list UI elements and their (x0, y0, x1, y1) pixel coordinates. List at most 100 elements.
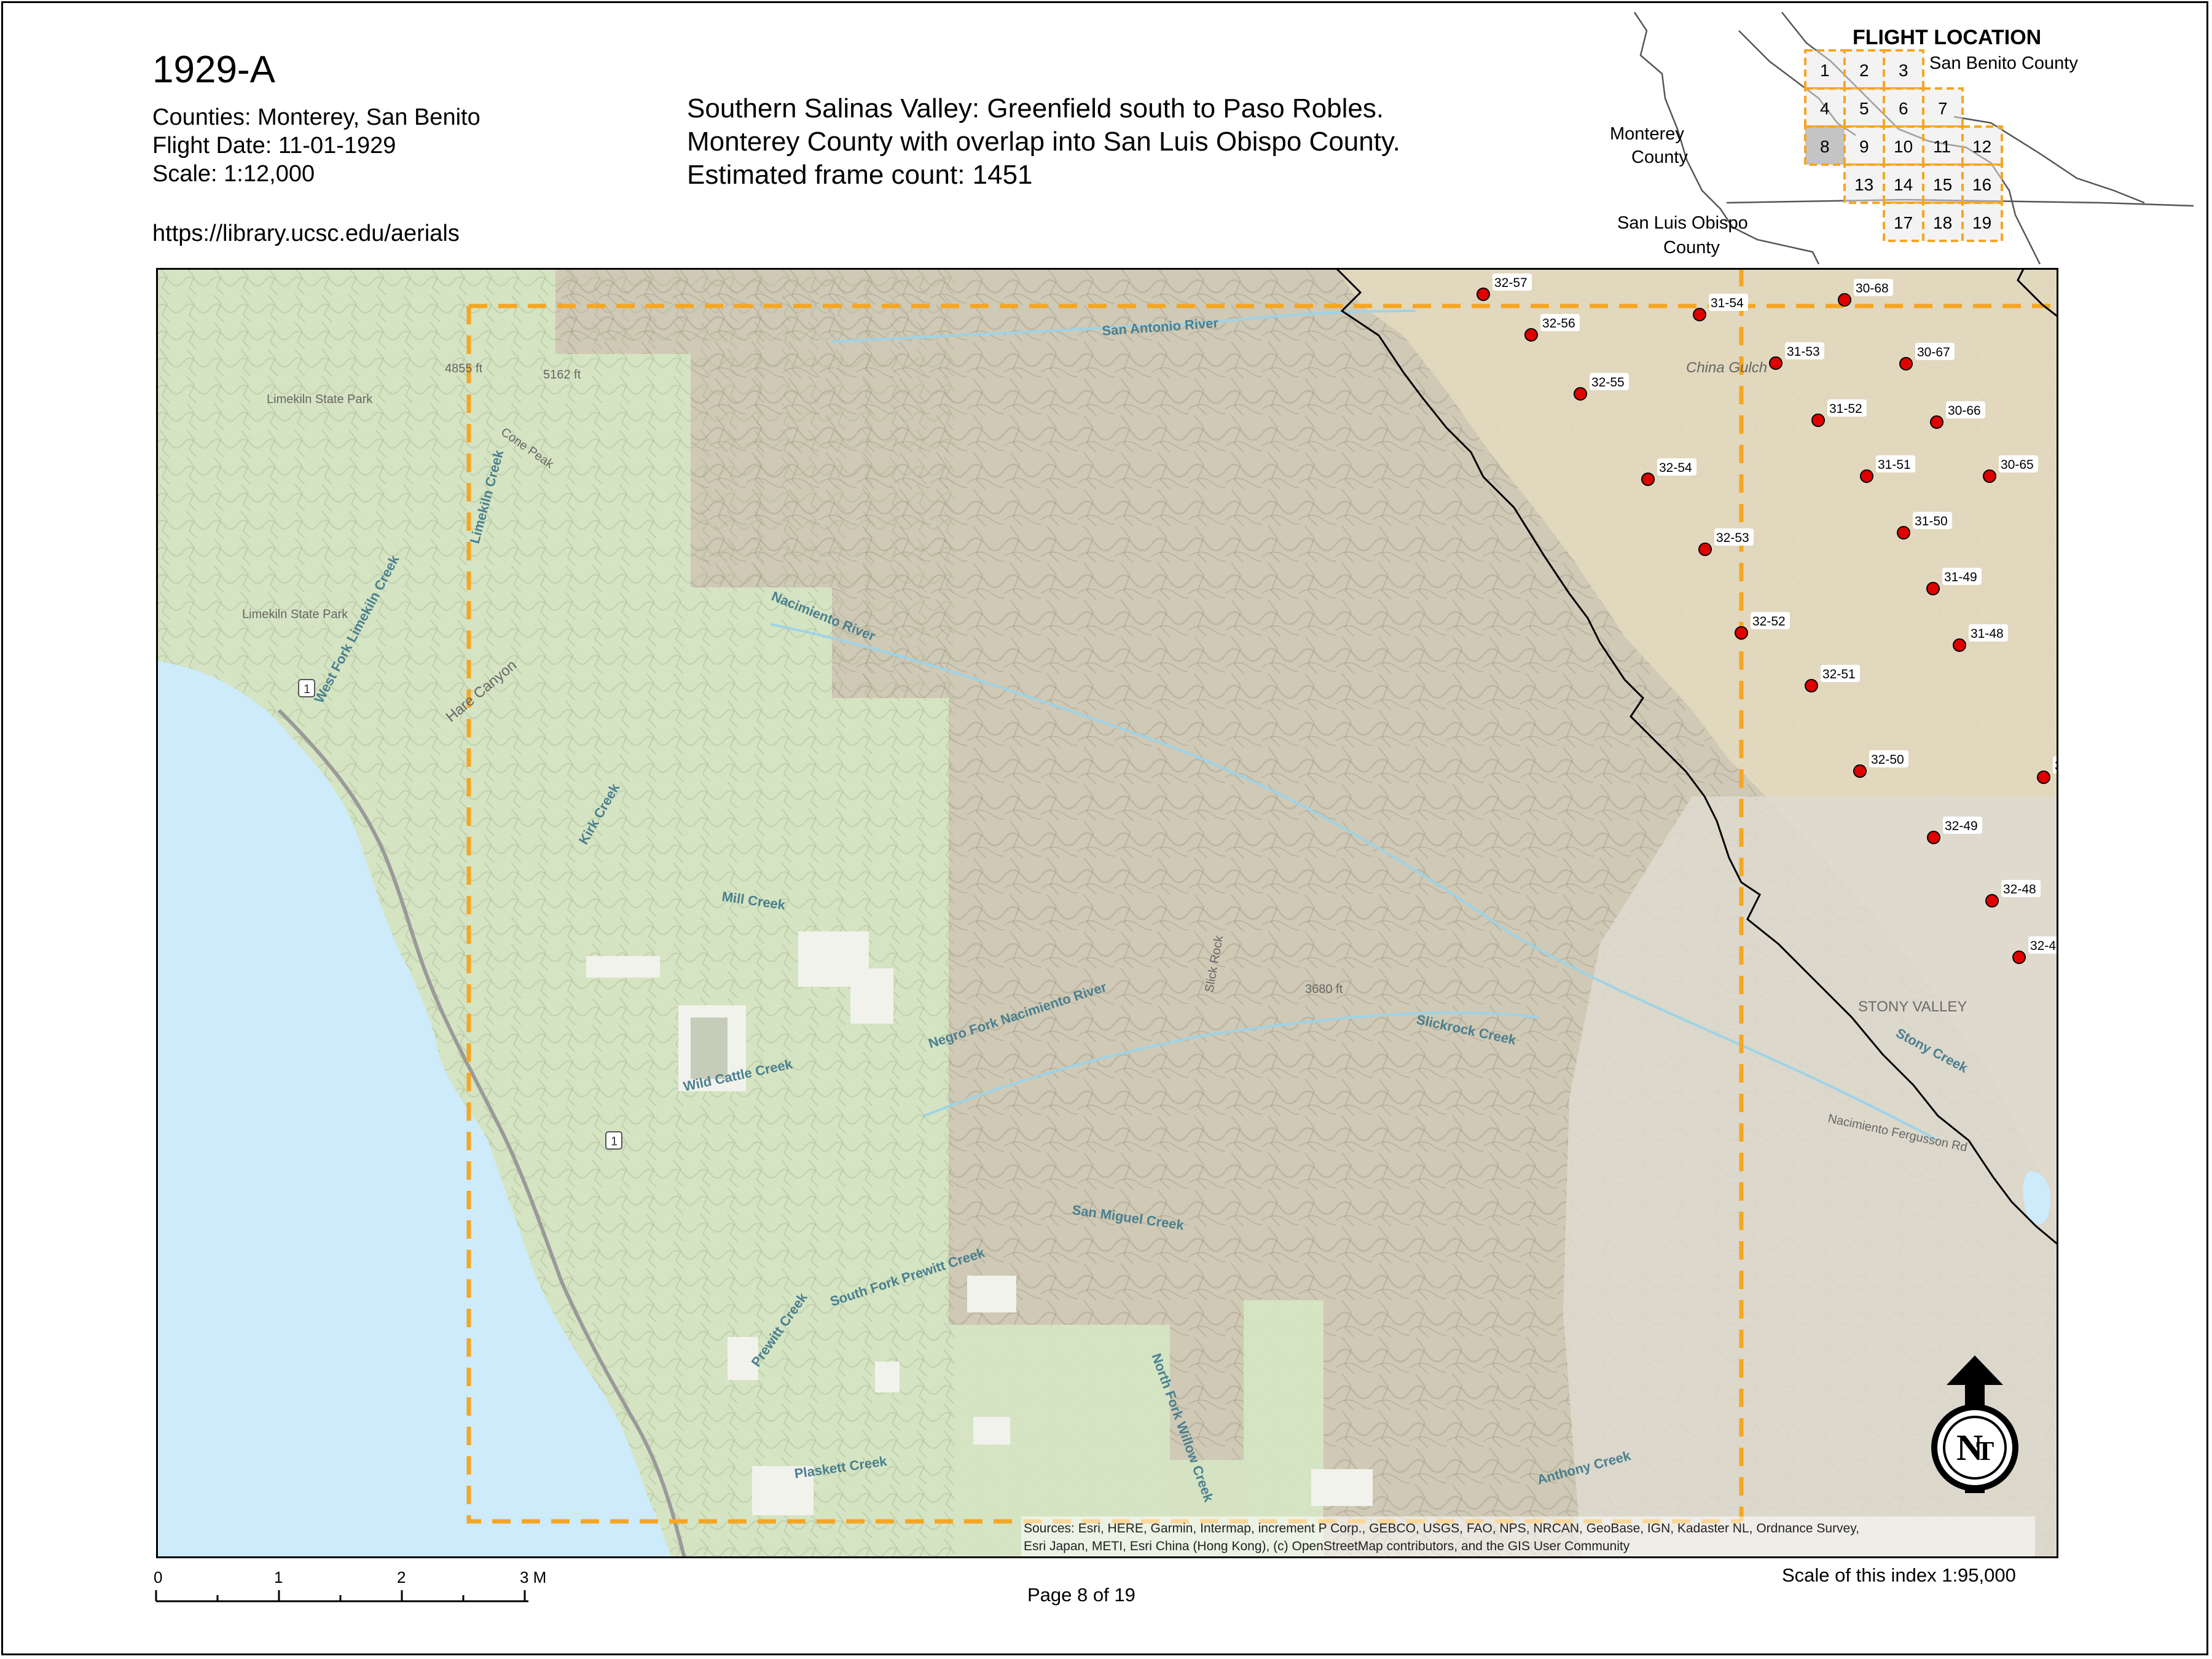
frame-label: 32-52 (1752, 614, 1786, 629)
inset-grid: 1 2 34 5 6 78 9 10 11 1213 14 15 1617 18 19 (1804, 49, 2003, 242)
frame-label: 32-49 (1945, 819, 1978, 833)
frame-label: 32-56 (1542, 316, 1575, 331)
attribution-line-2: Esri Japan, METI, Esri China (Hong Kong)… (1024, 1539, 1630, 1553)
frame-label: 32-53 (1716, 531, 1749, 545)
svg-text:1: 1 (611, 1135, 618, 1148)
frame-marker[interactable] (2037, 771, 2050, 784)
frame-marker[interactable] (1953, 638, 1966, 652)
inset-grid-number: 16 (1972, 175, 1991, 194)
highway-shield-1: 1 (298, 679, 315, 697)
frame-marker[interactable] (2012, 951, 2026, 964)
label-elev-3680: 3680 ft (1305, 982, 1343, 996)
inset-grid-number: 6 (1899, 99, 1908, 118)
frame-marker[interactable] (1574, 387, 1587, 401)
flight-title: 1929-A (152, 49, 275, 91)
frame-label: 32-47 (2030, 939, 2058, 953)
frame-marker[interactable] (1853, 764, 1867, 778)
inset-grid-number: 19 (1972, 213, 1991, 232)
frame-label: 31-52 (1829, 402, 1862, 416)
frame-label: 31-53 (1787, 345, 1820, 359)
frame-marker[interactable] (1477, 288, 1490, 301)
frame-marker[interactable] (1930, 415, 1943, 429)
frame-label: 32-57 (1494, 276, 1528, 290)
inset-grid-number: 14 (1894, 175, 1913, 194)
frame-label: 31-49 (1944, 570, 1977, 584)
scale-label-2: 2 (397, 1568, 406, 1586)
frame-label: 30-66 (1948, 404, 1981, 418)
inset-grid-number: 3 (1899, 61, 1908, 80)
inset-label-slo-2: County (1663, 238, 1720, 257)
inset-grid-number: 12 (1972, 137, 1991, 156)
highway-shield-2: 1 (605, 1131, 622, 1150)
parcel-shading (691, 1018, 728, 1079)
frame-label: 31-54 (1711, 296, 1744, 310)
frame-marker[interactable] (1985, 894, 1999, 908)
frame-marker[interactable] (1860, 469, 1873, 483)
page: 1929-A Counties: Monterey, San Benito Fl… (0, 0, 2212, 1659)
frame-marker[interactable] (1805, 679, 1818, 692)
svg-text:1: 1 (304, 683, 310, 696)
inset-grid-number: 5 (1859, 99, 1869, 118)
inset-grid-number: 11 (1933, 137, 1951, 156)
scale-text: Scale: 1:12,000 (152, 161, 315, 187)
flight-location-inset: 1 2 34 5 6 78 9 10 11 1213 14 15 1617 18 19 FLIGHT LOC… (1610, 12, 2194, 264)
frame-marker[interactable] (1524, 328, 1538, 342)
inset-label-san-benito: San Benito County (1929, 53, 2078, 73)
frame-label: 32-48 (2003, 882, 2036, 896)
inset-grid-number: 7 (1938, 99, 1948, 118)
scale-label-1: 1 (274, 1568, 283, 1586)
index-map: San Antonio River Nacimiento River Negro… (156, 268, 2058, 1558)
inset-grid-number: 2 (1859, 61, 1869, 80)
flight-date-text: Flight Date: 11-01-1929 (152, 133, 396, 159)
frame-label: 30-67 (1917, 345, 1950, 359)
inset-grid-number: 17 (1894, 213, 1913, 232)
frame-marker[interactable] (1838, 293, 1851, 307)
scale-bar: 0 1 2 3 Miles (154, 1568, 547, 1602)
frame-label: 31-51 (1878, 458, 1911, 472)
scale-label-3: 3 Miles (520, 1568, 547, 1586)
label-china-gulch: China Gulch (1686, 359, 1767, 376)
frame-marker[interactable] (1927, 831, 1940, 844)
inset-grid-number: 18 (1933, 213, 1952, 232)
frame-label: 31-48 (1971, 627, 2004, 641)
frame-marker[interactable] (1983, 469, 1996, 483)
inset-label-monterey-2: County (1631, 147, 1688, 167)
inset-label-slo-1: San Luis Obispo (1617, 213, 1748, 233)
frame-marker[interactable] (1811, 414, 1825, 427)
label-limekiln-state-park-1: Limekiln State Park (267, 393, 373, 406)
description-line-2: Monterey County with overlap into San Lu… (687, 127, 1400, 157)
frame-label: 32-55 (1591, 375, 1625, 390)
frame-marker[interactable] (1899, 357, 1913, 371)
frame-marker[interactable] (1735, 626, 1748, 640)
frame-label: 30-65 (2001, 458, 2034, 472)
index-scale: Scale of this index 1:95,000 (1782, 1564, 2016, 1586)
description-line-3: Estimated frame count: 1451 (687, 160, 1033, 190)
frame-label: 30-68 (1856, 281, 1889, 296)
page-number: Page 8 of 19 (1027, 1584, 1135, 1606)
frame-marker[interactable] (1769, 356, 1783, 370)
frame-marker[interactable] (1698, 543, 1712, 556)
frame-label: 32-50 (1871, 753, 1904, 767)
inset-grid-number: 10 (1894, 137, 1913, 156)
inset-grid-number: 9 (1859, 137, 1869, 156)
url-link[interactable]: https://library.ucsc.edu/aerials (152, 219, 460, 248)
inset-grid-number: 1 (1820, 61, 1830, 80)
frame-label: 32-54 (1659, 461, 1692, 475)
frame-label: 32-51 (1822, 667, 1856, 681)
frame-label: 31-50 (1915, 514, 1948, 528)
label-elev-5162: 5162 ft (543, 368, 581, 382)
inset-title: FLIGHT LOCATION (1853, 26, 2041, 49)
frame-marker[interactable] (1641, 473, 1655, 486)
counties-text: Counties: Monterey, San Benito (152, 104, 480, 130)
frame-marker[interactable] (1693, 308, 1706, 321)
label-elev-4855: 4855 ft (445, 362, 483, 375)
inset-grid-number: 15 (1933, 175, 1952, 194)
label-stony-valley: STONY VALLEY (1858, 998, 1967, 1015)
description-line-1: Southern Salinas Valley: Greenfield sout… (687, 93, 1384, 124)
frame-marker[interactable] (1897, 526, 1910, 539)
scale-label-0: 0 (154, 1568, 162, 1586)
inset-grid-number: 4 (1820, 99, 1830, 118)
frame-marker[interactable] (1926, 582, 1940, 595)
inset-label-monterey-1: Monterey (1610, 124, 1684, 144)
label-limekiln-state-park-2: Limekiln State Park (242, 608, 348, 621)
